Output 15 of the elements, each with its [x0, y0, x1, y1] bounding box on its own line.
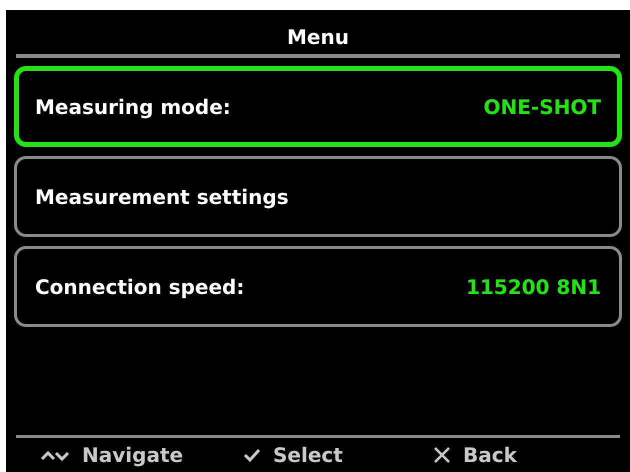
- close-icon: [433, 446, 451, 464]
- hint-label: Navigate: [82, 442, 184, 469]
- item-label: Measurement settings: [35, 184, 289, 210]
- chevrons-icon: [40, 448, 70, 462]
- menu-item[interactable]: Measurement settings: [14, 156, 622, 237]
- hint-label: Select: [273, 442, 343, 469]
- hint-label: Back: [463, 442, 517, 469]
- screen-title: Menu: [287, 24, 349, 50]
- item-label: Connection speed:: [35, 274, 244, 300]
- item-value: 115200 8N1: [466, 274, 601, 300]
- item-value: ONE-SHOT: [484, 94, 601, 120]
- check-icon: [243, 447, 261, 463]
- menu-item[interactable]: Connection speed: 115200 8N1: [14, 246, 622, 327]
- menu-item[interactable]: Measuring mode: ONE-SHOT: [14, 66, 622, 147]
- item-label: Measuring mode:: [35, 94, 231, 120]
